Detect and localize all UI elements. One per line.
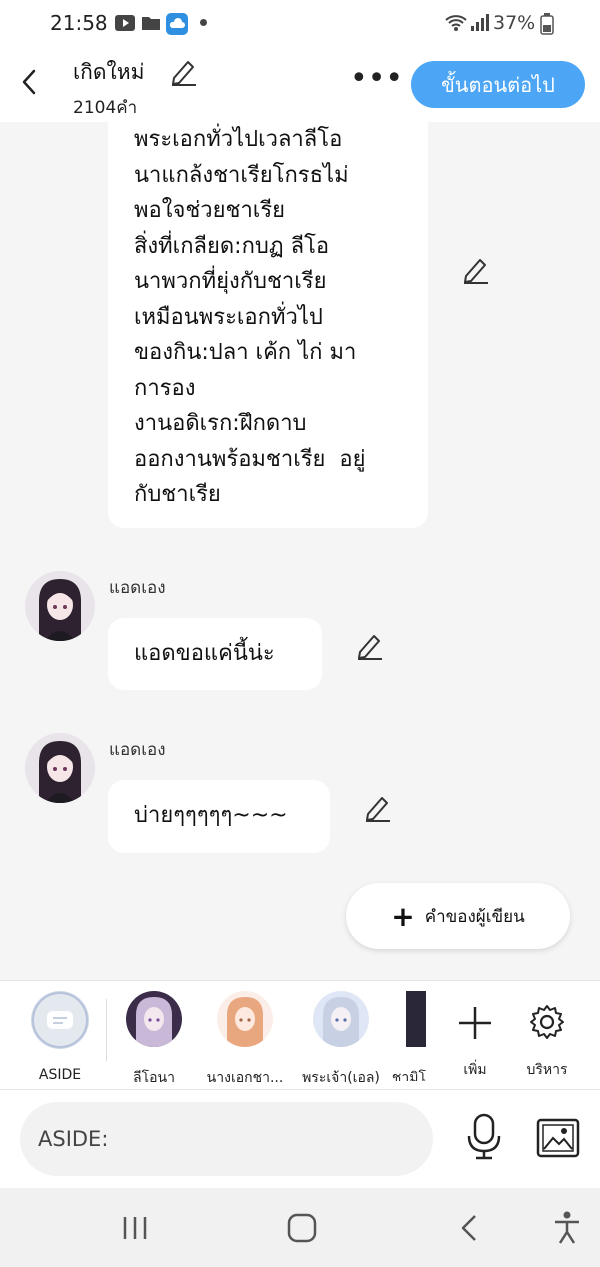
home-icon[interactable] <box>286 1212 318 1244</box>
more-options-button[interactable]: ••• <box>350 64 403 100</box>
character-item[interactable]: ชามิโ <box>380 991 426 1081</box>
character-item[interactable]: พระเจ้า(เอล) <box>296 991 386 1086</box>
sender-name: แอดเอง <box>109 578 166 598</box>
add-author-note-label: คำของผู้เขียน <box>424 906 525 927</box>
sender-name: แอดเอง <box>109 740 166 760</box>
avatar <box>217 991 273 1047</box>
character-label: ชามิโ <box>391 1070 426 1081</box>
edit-title-icon[interactable] <box>168 56 198 86</box>
next-step-button[interactable]: ขั้นตอนต่อไป <box>411 61 585 108</box>
avatar[interactable] <box>25 571 95 641</box>
gear-icon <box>530 1005 564 1039</box>
edit-message-icon[interactable] <box>354 630 384 660</box>
microphone-icon[interactable] <box>464 1112 504 1162</box>
accessibility-icon[interactable] <box>552 1210 582 1246</box>
cloud-icon <box>166 13 188 35</box>
back-icon[interactable] <box>14 64 44 100</box>
battery-percent: 37% <box>493 12 536 34</box>
character-label: ลีโอนา <box>133 1070 175 1086</box>
avatar <box>126 991 182 1047</box>
notification-dot <box>200 19 207 26</box>
plus-icon: + <box>391 899 415 933</box>
status-bar: 21:58 37% <box>0 0 600 46</box>
word-count: 2104คำ <box>73 98 138 118</box>
divider <box>106 999 107 1061</box>
character-item[interactable]: ลีโอนา <box>109 991 199 1086</box>
message-bubble[interactable]: แอดขอแค่นี้น่ะ <box>108 618 322 690</box>
avatar[interactable] <box>25 733 95 803</box>
plus-icon <box>459 1007 491 1039</box>
system-nav-bar <box>0 1188 600 1267</box>
aside-icon <box>31 991 89 1049</box>
add-author-note-button[interactable]: + คำของผู้เขียน <box>346 883 570 949</box>
status-time: 21:58 <box>50 11 108 35</box>
character-aside[interactable]: ASIDE <box>15 991 105 1083</box>
signal-icon <box>471 14 489 31</box>
message-bubble[interactable]: พระเอกทั่วไปเวลาลีโอ นาแกล้งชาเรียโกรธไม… <box>108 122 428 528</box>
character-item[interactable]: นางเอกชา... <box>200 991 290 1086</box>
youtube-icon <box>115 15 135 31</box>
edit-message-icon[interactable] <box>362 792 392 822</box>
header: เกิดใหม่ 2104คำ ••• ขั้นตอนต่อไป <box>0 46 600 122</box>
back-nav-icon[interactable] <box>456 1212 482 1244</box>
message-input[interactable] <box>20 1102 433 1176</box>
page-title: เกิดใหม่ <box>73 60 145 84</box>
input-area <box>0 1090 600 1188</box>
character-label: พระเจ้า(เอล) <box>302 1070 380 1086</box>
character-label: ASIDE <box>38 1067 82 1083</box>
message-bubble[interactable]: บ่ายๆๆๆๆๆ~~~ <box>108 780 330 853</box>
battery-icon <box>540 13 554 35</box>
avatar <box>313 991 369 1047</box>
character-bar: ASIDE ลีโอนา นางเอกชา... พระเจ้า(เอล) ชา… <box>0 980 600 1090</box>
edit-message-icon[interactable] <box>460 254 490 284</box>
folder-icon <box>142 17 160 30</box>
recent-apps-icon[interactable] <box>120 1215 150 1241</box>
avatar <box>406 991 426 1047</box>
image-icon[interactable] <box>536 1118 580 1158</box>
wifi-icon <box>445 15 467 31</box>
chat-area[interactable]: พระเอกทั่วไปเวลาลีโอ นาแกล้งชาเรียโกรธไม… <box>0 122 600 980</box>
manage-button[interactable]: บริหาร <box>502 991 592 1081</box>
character-label: นางเอกชา... <box>206 1070 284 1086</box>
manage-label: บริหาร <box>526 1062 568 1078</box>
